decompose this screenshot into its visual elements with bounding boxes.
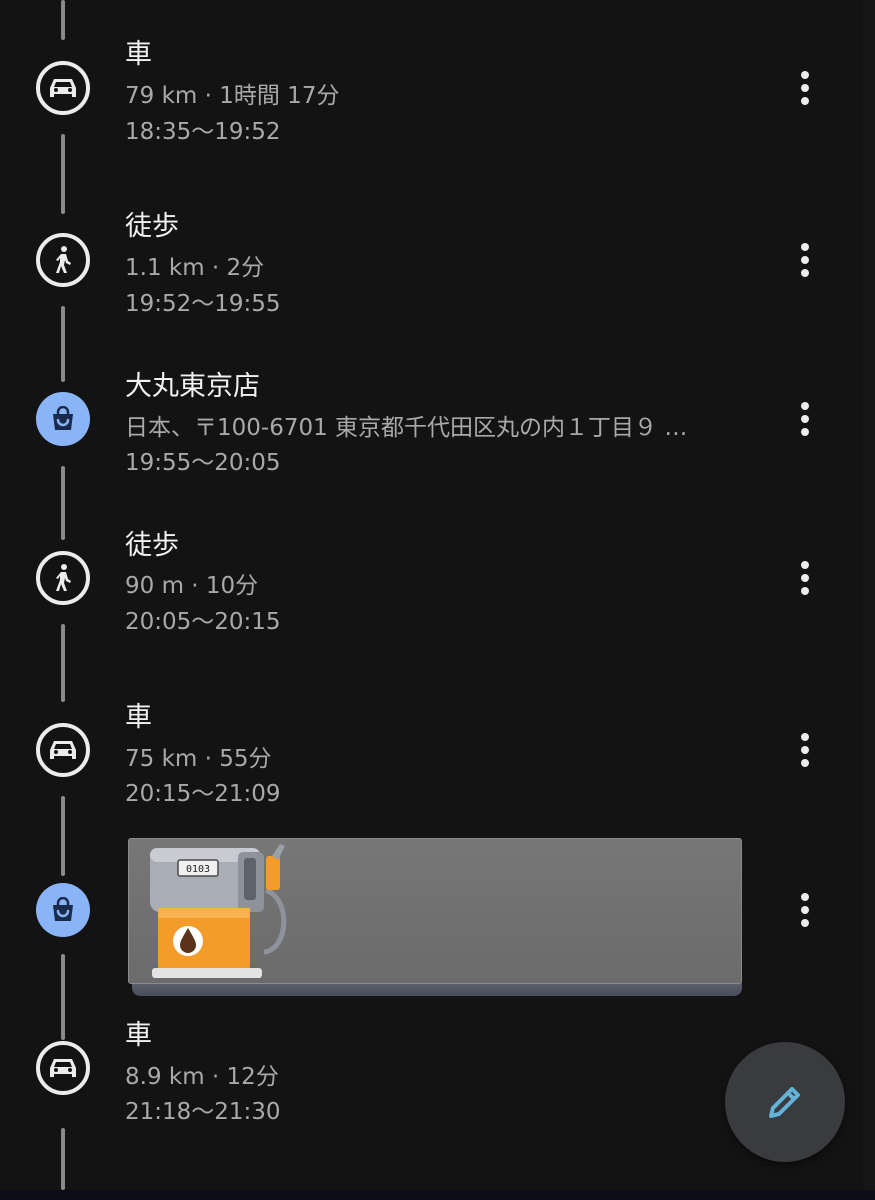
walking-icon	[36, 233, 90, 287]
system-nav-bar	[0, 1190, 875, 1200]
gas-station-overlay: 0103	[128, 838, 742, 998]
gas-pump-icon: 0103	[150, 844, 287, 978]
car-icon	[36, 61, 90, 115]
car-icon	[36, 723, 90, 777]
walking-icon	[36, 551, 90, 605]
place-address: 日本、〒100-6701 東京都千代田区丸の内１丁目９ …	[125, 415, 688, 441]
more-options-icon[interactable]	[788, 890, 822, 930]
item-title: 車	[125, 39, 152, 70]
more-options-icon[interactable]	[788, 399, 822, 439]
edit-fab-button[interactable]	[725, 1042, 845, 1162]
item-time-range: 20:15〜21:09	[125, 781, 281, 807]
more-options-icon[interactable]	[788, 68, 822, 108]
pump-counter: 0103	[186, 864, 210, 875]
place-name: 大丸東京店	[125, 371, 260, 402]
item-distance-duration: 90 m · 10分	[125, 573, 259, 599]
shopping-bag-icon	[36, 392, 90, 446]
item-title: 車	[125, 1020, 152, 1051]
pencil-icon	[769, 1087, 800, 1118]
more-options-icon[interactable]	[788, 240, 822, 280]
item-title: 車	[125, 702, 152, 733]
item-time-range: 19:55〜20:05	[125, 450, 281, 476]
more-options-icon[interactable]	[788, 558, 822, 598]
item-title: 徒歩	[125, 530, 179, 561]
screen-edge	[863, 0, 875, 1200]
more-options-icon[interactable]	[788, 730, 822, 770]
item-distance-duration: 75 km · 55分	[125, 746, 272, 772]
shopping-bag-icon	[36, 883, 90, 937]
item-distance-duration: 8.9 km · 12分	[125, 1064, 279, 1090]
item-distance-duration: 79 km · 1時間 17分	[125, 83, 340, 109]
car-icon	[36, 1041, 90, 1095]
item-time-range: 19:52〜19:55	[125, 291, 281, 317]
item-time-range: 20:05〜20:15	[125, 609, 281, 635]
item-time-range: 18:35〜19:52	[125, 119, 281, 145]
item-time-range: 21:18〜21:30	[125, 1099, 281, 1125]
item-title: 徒歩	[125, 211, 179, 242]
item-distance-duration: 1.1 km · 2分	[125, 255, 265, 281]
